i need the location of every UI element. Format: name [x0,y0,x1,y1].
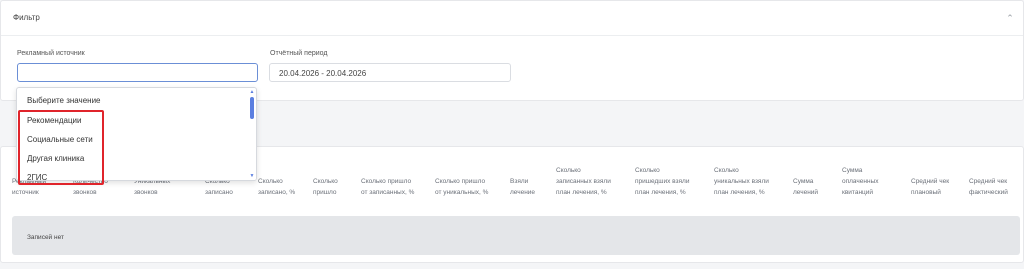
column-header-line: Сколько пришло [435,178,486,185]
source-select[interactable] [17,63,258,82]
column-header[interactable]: Сумма оплаченных квитанций [842,165,879,198]
column-header-line: от уникальных, % [435,189,489,196]
column-header-line: фактический [969,189,1008,196]
column-header[interactable]: Сколько уникальных взяли план лечения, % [714,165,769,198]
dropdown-scrollbar[interactable]: ▲ ▼ [248,88,256,180]
column-header-line: от записанных, % [361,189,415,196]
dropdown-option[interactable]: Рекомендации [27,116,81,125]
column-header-line: Сколько [714,167,739,174]
column-header-line: квитанций [842,189,874,196]
scrollbar-thumb[interactable] [250,97,254,119]
source-dropdown-list[interactable]: Выберите значение Рекомендации Социальны… [16,87,257,181]
filter-header[interactable]: Фильтр ⌃ [1,1,1023,36]
dropdown-option[interactable]: Выберите значение [27,96,101,105]
column-header-line: плановый [911,189,941,196]
column-header[interactable]: Средний чек плановый [911,176,949,198]
column-header-line: оплаченных [842,178,879,185]
column-header[interactable]: Сколько пришедших взяли план лечения, % [635,165,689,198]
column-header-line: план лечения, % [714,189,765,196]
dropdown-option[interactable]: 2ГИС [27,173,47,180]
column-header[interactable]: Взяли лечение [510,176,535,198]
scroll-down-icon[interactable]: ▼ [249,173,255,179]
empty-row: Записей нет [12,216,1020,255]
column-header[interactable]: Средний чек фактический [969,176,1008,198]
column-header-line: записано [205,189,233,196]
column-header[interactable]: Сколько записано, % [258,176,295,198]
column-header[interactable]: Сумма лечений [793,176,818,198]
dropdown-option[interactable]: Социальные сети [27,135,93,144]
column-header[interactable]: Сколько пришло от уникальных, % [435,176,488,198]
filter-panel: Фильтр ⌃ Рекламный источник Отчётный пер… [0,0,1024,101]
period-date-range-input[interactable]: 20.04.2026 - 20.04.2026 [269,63,511,82]
column-header-line: записанных взяли [556,178,611,185]
column-header-line: Сумма [842,167,863,174]
column-header-line: Взяли [510,178,529,185]
period-label: Отчётный период [270,50,328,57]
column-header[interactable]: Сколько пришло от записанных, % [361,176,414,198]
column-header-line: план лечения, % [635,189,686,196]
column-header-line: уникальных взяли [714,178,769,185]
column-header-line: пришедших взяли [635,178,690,185]
column-header-line: план лечения, % [556,189,607,196]
column-header[interactable]: Сколько пришло [313,176,338,198]
chevron-up-icon[interactable]: ⌃ [1005,13,1015,23]
column-header-line: Сколько [313,178,338,185]
column-header-line: звонков [134,189,158,196]
column-header-line: Сколько [258,178,283,185]
scroll-up-icon[interactable]: ▲ [249,89,255,95]
column-header-line: записано, % [258,189,296,196]
column-header-line: Средний чек [911,178,950,185]
column-header-line: лечений [793,189,819,196]
column-header-line: источник [12,189,39,196]
filter-title: Фильтр [13,13,40,22]
column-header-line: Сколько пришло [361,178,412,185]
page: Фильтр ⌃ Рекламный источник Отчётный пер… [0,0,1024,269]
column-header-line: Сколько [556,167,581,174]
column-header-line: Сколько [635,167,660,174]
column-header-line: Сумма [793,178,814,185]
column-header-line: пришло [313,189,337,196]
column-header-line: Средний чек [969,178,1008,185]
column-header-line: лечение [510,189,536,196]
dropdown-option[interactable]: Другая клиника [27,154,84,163]
column-header[interactable]: Сколько записанных взяли план лечения, % [556,165,611,198]
source-label: Рекламный источник [17,50,85,57]
empty-message: Записей нет [27,234,64,241]
column-header-line: звонков [73,189,97,196]
